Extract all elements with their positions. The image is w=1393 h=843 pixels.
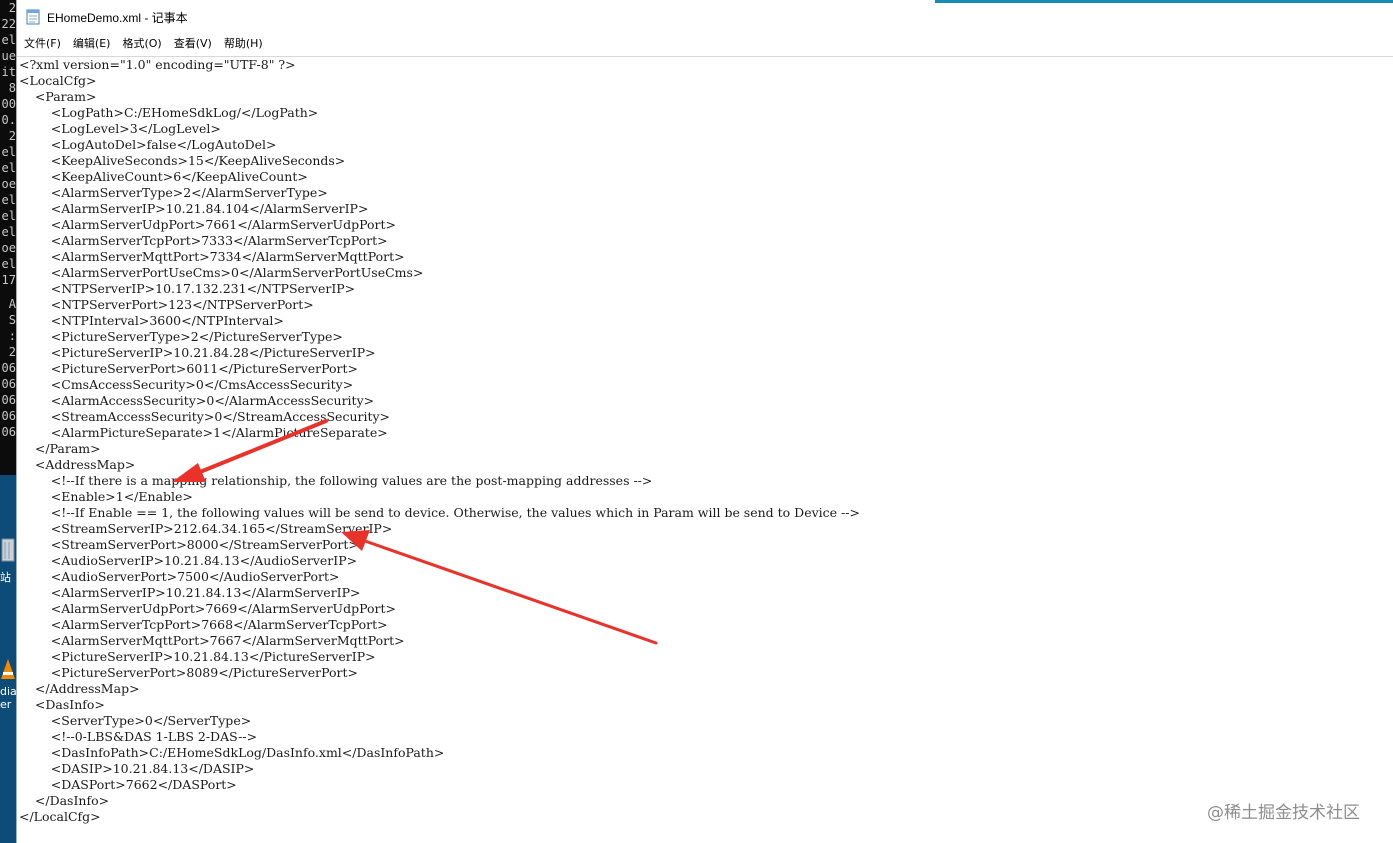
screen: 2 22 el ue it 8 00 0. 2 el el oe el el el oe el 17 A S:2 06 0… xyxy=(0,0,1393,843)
text-line: <AudioServerPort>7500</AudioServerPort> xyxy=(19,569,340,584)
text-line: <AlarmPictureSeparate>1</AlarmPictureSep… xyxy=(19,425,388,440)
text-line: <AlarmServerMqttPort>7667</AlarmServerMq… xyxy=(19,633,405,648)
terminal-line: 2 xyxy=(8,129,16,143)
text-line: <AddressMap> xyxy=(19,457,136,472)
text-line: <PictureServerIP>10.21.84.13</PictureSer… xyxy=(19,649,376,664)
terminal-line: : xyxy=(8,329,16,343)
terminal-line: el xyxy=(1,225,16,239)
recycle-bin-icon xyxy=(1,538,15,562)
text-line: <AlarmServerMqttPort>7334</AlarmServerMq… xyxy=(19,249,405,264)
desktop-icon-label: dia xyxy=(0,685,16,698)
text-line: <LocalCfg> xyxy=(19,73,97,88)
text-line: <AlarmServerUdpPort>7669</AlarmServerUdp… xyxy=(19,601,396,616)
terminal-line: oe xyxy=(1,241,16,255)
terminal-line: 06 xyxy=(1,361,16,375)
text-line: <DASIP>10.21.84.13</DASIP> xyxy=(19,761,255,776)
terminal-line: el xyxy=(1,209,16,223)
text-line: <AlarmServerIP>10.21.84.104</AlarmServer… xyxy=(19,201,369,216)
terminal-line: 06 xyxy=(1,409,16,423)
text-line: </Param> xyxy=(19,441,101,456)
desktop-icon-media[interactable]: dia er xyxy=(0,655,16,711)
menu-view[interactable]: 查看(V) xyxy=(168,34,218,54)
text-line: <NTPInterval>3600</NTPInterval> xyxy=(19,313,284,328)
text-line: <!--0-LBS&DAS 1-LBS 2-DAS--> xyxy=(19,729,258,744)
terminal-line: 00 xyxy=(1,97,16,111)
text-line: <CmsAccessSecurity>0</CmsAccessSecurity> xyxy=(19,377,354,392)
text-line: <PictureServerType>2</PictureServerType> xyxy=(19,329,343,344)
text-line: <LogAutoDel>false</LogAutoDel> xyxy=(19,137,277,152)
title-bar[interactable]: EHomeDemo.xml - 记事本 xyxy=(17,0,1393,34)
terminal-line: 0. xyxy=(1,113,16,127)
text-line: <ServerType>0</ServerType> xyxy=(19,713,252,728)
text-line: <?xml version="1.0" encoding="UTF-8" ?> xyxy=(19,57,296,72)
text-line: <StreamServerPort>8000</StreamServerPort… xyxy=(19,537,359,552)
terminal-line: 8 xyxy=(8,81,16,95)
terminal-line: el xyxy=(1,145,16,159)
terminal-line: A xyxy=(8,297,16,311)
text-line: </AddressMap> xyxy=(19,681,140,696)
terminal-line: 17 xyxy=(1,273,16,287)
vlc-icon xyxy=(1,659,15,679)
terminal-line: el xyxy=(1,33,16,47)
text-line: <LogLevel>3</LogLevel> xyxy=(19,121,221,136)
text-line: <PictureServerPort>6011</PictureServerPo… xyxy=(19,361,359,376)
terminal-line: el xyxy=(1,193,16,207)
terminal-line: 22 xyxy=(1,17,16,31)
terminal-line: 2 xyxy=(8,1,16,15)
menu-edit[interactable]: 编辑(E) xyxy=(67,34,117,54)
notepad-window: EHomeDemo.xml - 记事本 文件(F) 编辑(E) 格式(O) 查看… xyxy=(16,0,1393,843)
text-line: <AlarmServerUdpPort>7661</AlarmServerUdp… xyxy=(19,217,396,232)
terminal-line: 06 xyxy=(1,377,16,391)
text-line: <!--If there is a mapping relationship, … xyxy=(19,473,653,488)
text-line: <AlarmServerType>2</AlarmServerType> xyxy=(19,185,328,200)
notepad-icon xyxy=(26,9,40,25)
terminal-line: el xyxy=(1,257,16,271)
text-line: <AlarmServerTcpPort>7333</AlarmServerTcp… xyxy=(19,233,388,248)
terminal-line: 2 xyxy=(8,345,16,359)
text-line: </LocalCfg> xyxy=(19,809,101,824)
text-line: <KeepAliveSeconds>15</KeepAliveSeconds> xyxy=(19,153,346,168)
text-line: <Param> xyxy=(19,89,97,104)
terminal-line: oe xyxy=(1,177,16,191)
title-accent-bar xyxy=(935,0,1393,3)
text-line: <DASPort>7662</DASPort> xyxy=(19,777,237,792)
text-line: <StreamServerIP>212.64.34.165</StreamSer… xyxy=(19,521,393,536)
terminal-line: it xyxy=(1,65,16,79)
terminal-line: S xyxy=(8,313,16,327)
terminal-line: 06 xyxy=(1,425,16,439)
text-line: <AlarmServerIP>10.21.84.13</AlarmServerI… xyxy=(19,585,361,600)
menu-help[interactable]: 帮助(H) xyxy=(218,34,269,54)
menu-format[interactable]: 格式(O) xyxy=(116,34,167,54)
text-line: <!--If Enable == 1, the following values… xyxy=(19,505,860,520)
text-line: <AlarmServerPortUseCms>0</AlarmServerPor… xyxy=(19,265,424,280)
watermark: @稀土掘金技术社区 xyxy=(1207,803,1360,823)
text-line: <PictureServerIP>10.21.84.28</PictureSer… xyxy=(19,345,376,360)
desktop-icon-recycle[interactable]: 站 xyxy=(0,535,16,584)
terminal-line: el xyxy=(1,161,16,175)
text-line: <NTPServerPort>123</NTPServerPort> xyxy=(19,297,314,312)
menu-file[interactable]: 文件(F) xyxy=(18,34,67,54)
text-line: <StreamAccessSecurity>0</StreamAccessSec… xyxy=(19,409,391,424)
text-line: <AlarmServerTcpPort>7668</AlarmServerTcp… xyxy=(19,617,388,632)
text-line: <LogPath>C:/EHomeSdkLog/</LogPath> xyxy=(19,105,319,120)
text-line: <AudioServerIP>10.21.84.13</AudioServerI… xyxy=(19,553,358,568)
text-line: <KeepAliveCount>6</KeepAliveCount> xyxy=(19,169,308,184)
terminal-line: ue xyxy=(1,49,16,63)
text-line: <PictureServerPort>8089</PictureServerPo… xyxy=(19,665,359,680)
background-terminal: 2 22 el ue it 8 00 0. 2 el el oe el el el oe el 17 A S:2 06 0… xyxy=(0,0,16,475)
text-line: <AlarmAccessSecurity>0</AlarmAccessSecur… xyxy=(19,393,375,408)
text-line: <NTPServerIP>10.17.132.231</NTPServerIP> xyxy=(19,281,356,296)
text-line: <Enable>1</Enable> xyxy=(19,489,193,504)
desktop-icon-label: er xyxy=(0,698,12,711)
text-editor[interactable]: <?xml version="1.0" encoding="UTF-8" ?> <… xyxy=(17,56,1393,843)
window-title: EHomeDemo.xml - 记事本 xyxy=(47,10,188,25)
text-line: <DasInfoPath>C:/EHomeSdkLog/DasInfo.xml<… xyxy=(19,745,445,760)
terminal-line: 06 xyxy=(1,393,16,407)
text-line: </DasInfo> xyxy=(19,793,110,808)
menu-bar: 文件(F) 编辑(E) 格式(O) 查看(V) 帮助(H) xyxy=(17,34,1393,54)
text-line: <DasInfo> xyxy=(19,697,105,712)
